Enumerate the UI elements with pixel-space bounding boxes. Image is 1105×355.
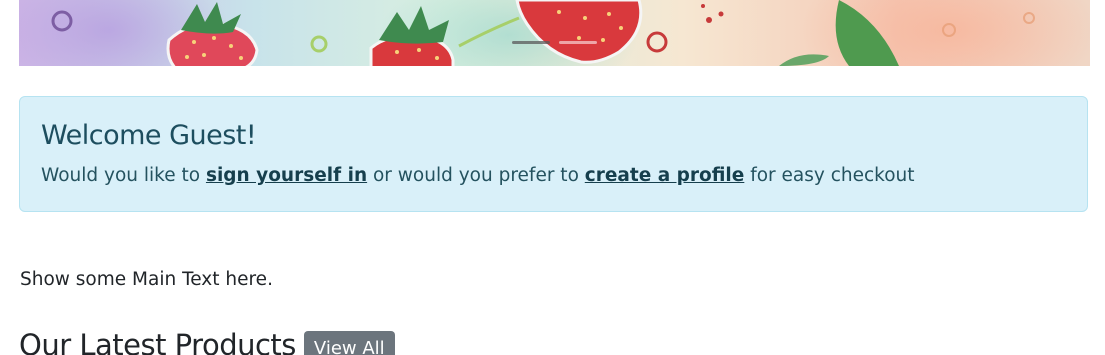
strawberry-icon	[369, 6, 455, 66]
view-all-button[interactable]: View All	[303, 331, 395, 355]
strawberry-icon	[515, 0, 643, 64]
strawberry-illustration	[51, 0, 1035, 66]
products-title: Our Latest Products	[19, 328, 296, 355]
main-text: Show some Main Text here.	[20, 269, 273, 290]
alert-text-before: Would you like to	[41, 165, 206, 186]
sign-in-link[interactable]: sign yourself in	[206, 165, 367, 186]
hero-carousel[interactable]	[19, 0, 1090, 66]
create-profile-link[interactable]: create a profile	[585, 165, 745, 186]
welcome-alert: Welcome Guest! Would you like to sign yo…	[19, 96, 1088, 212]
products-heading: Our Latest Products View All	[19, 327, 395, 355]
alert-text-after: for easy checkout	[744, 165, 915, 186]
alert-text-middle: or would you prefer to	[367, 165, 585, 186]
alert-message: Would you like to sign yourself in or wo…	[41, 164, 1066, 188]
carousel-indicator[interactable]	[559, 41, 597, 44]
carousel-indicators	[512, 41, 597, 44]
page: Welcome Guest! Would you like to sign yo…	[0, 0, 1105, 355]
alert-title: Welcome Guest!	[41, 120, 257, 151]
strawberry-icon	[166, 2, 259, 66]
carousel-indicator[interactable]	[512, 41, 550, 44]
